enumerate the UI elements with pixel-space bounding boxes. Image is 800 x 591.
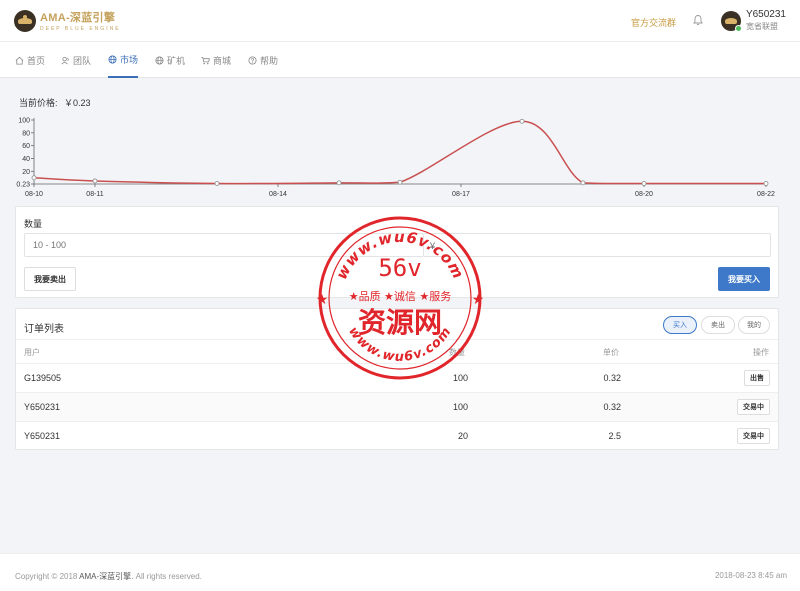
globe-icon bbox=[155, 55, 164, 65]
row-user: Y650231 bbox=[24, 402, 61, 412]
data-point bbox=[397, 179, 403, 185]
quantity-input[interactable] bbox=[24, 233, 424, 257]
online-status-dot bbox=[734, 24, 742, 32]
logo-subtitle: DEEP BLUE ENGINE bbox=[40, 26, 121, 32]
row-quantity: 100 bbox=[452, 402, 468, 412]
row-user: G139505 bbox=[24, 373, 62, 383]
order-list-panel: 订单列表 买入 卖出 我的 用户 数量 单价 操作 G139505 100 0.… bbox=[15, 308, 779, 450]
logo-title: AMA-深蓝引擎 bbox=[40, 12, 116, 24]
sell-button[interactable]: 我要卖出 bbox=[24, 267, 76, 291]
current-price-value: ￥0.23 bbox=[64, 98, 91, 108]
x-tick-label: 08-22 bbox=[757, 191, 775, 198]
row-price: 0.32 bbox=[603, 373, 621, 383]
nav-label-shop: 商城 bbox=[213, 55, 232, 66]
user-menu[interactable]: Y650231 宽省联盟 bbox=[720, 9, 786, 32]
y-tick-label: 80 bbox=[22, 130, 30, 137]
x-tick-label: 08-20 bbox=[635, 191, 653, 198]
y-tick-label: 40 bbox=[22, 156, 30, 163]
official-group-link[interactable]: 官方交流群 bbox=[631, 16, 676, 29]
copyright-suffix: All rights reserved. bbox=[135, 572, 202, 581]
user-name: Y650231 bbox=[745, 9, 786, 20]
y-tick-label: 20 bbox=[22, 169, 30, 176]
nav-label-home: 首页 bbox=[27, 55, 46, 66]
data-point bbox=[92, 178, 98, 184]
table-row: Y650231 20 2.5 交易中 bbox=[16, 421, 778, 450]
currency-symbol: ¥ bbox=[430, 241, 436, 251]
y-tick-label: 100 bbox=[18, 118, 30, 125]
bell-icon[interactable] bbox=[692, 14, 704, 26]
table-row: Y650231 100 0.32 交易中 bbox=[16, 392, 778, 421]
row-action-button[interactable]: 交易中 bbox=[737, 399, 770, 415]
logo-icon bbox=[14, 9, 36, 32]
x-tick-label: 08-10 bbox=[25, 191, 43, 198]
column-action: 操作 bbox=[753, 348, 769, 357]
data-point bbox=[641, 181, 647, 186]
nav-label-help: 帮助 bbox=[260, 55, 279, 66]
price-line-chart: 0.23 20 40 60 80 100 08-10 08-11 08-14 08-17 08-20… bbox=[16, 118, 775, 199]
row-price: 2.5 bbox=[608, 431, 621, 441]
globe-icon bbox=[108, 54, 117, 64]
team-icon bbox=[61, 56, 69, 64]
page-footer: Copyright © 2018 AMA-深蓝引擎. All rights re… bbox=[0, 553, 800, 591]
top-header: AMA-深蓝引擎 DEEP BLUE ENGINE 官方交流群 Y650231 … bbox=[0, 0, 800, 42]
x-tick-label: 08-14 bbox=[269, 191, 287, 198]
avatar bbox=[720, 10, 742, 32]
unit-price-input[interactable]: ¥ bbox=[424, 233, 771, 257]
data-point bbox=[31, 175, 37, 181]
trade-panel: 数量 ¥ 我要卖出 我要买入 bbox=[15, 206, 779, 298]
y-tick-label: 0.23 bbox=[16, 182, 30, 189]
copyright-brand: AMA-深蓝引擎. bbox=[79, 572, 134, 581]
column-quantity: 数量 bbox=[449, 348, 465, 357]
order-list-title: 订单列表 bbox=[24, 324, 64, 335]
tab-mine[interactable]: 我的 bbox=[738, 316, 770, 334]
nav-item-team[interactable]: 团队 bbox=[61, 42, 91, 78]
nav-item-home[interactable]: 首页 bbox=[15, 42, 45, 78]
row-quantity: 100 bbox=[452, 373, 468, 383]
data-point bbox=[336, 180, 342, 186]
nav-label-market: 市场 bbox=[120, 54, 139, 65]
user-role: 宽省联盟 bbox=[745, 22, 778, 31]
nav-label-team: 团队 bbox=[73, 55, 92, 66]
nav-item-help[interactable]: 帮助 bbox=[248, 42, 278, 78]
quantity-label: 数量 bbox=[24, 219, 43, 229]
buy-button[interactable]: 我要买入 bbox=[718, 267, 770, 291]
current-price: 当前价格: ￥0.23 bbox=[19, 96, 91, 109]
data-point bbox=[763, 181, 769, 186]
data-point bbox=[214, 181, 220, 186]
copyright-prefix: Copyright © 2018 bbox=[15, 572, 78, 581]
help-icon bbox=[248, 55, 257, 65]
y-tick-label: 60 bbox=[22, 143, 30, 150]
column-user: 用户 bbox=[24, 348, 40, 357]
copyright: Copyright © 2018 AMA-深蓝引擎. All rights re… bbox=[15, 571, 202, 582]
cart-icon bbox=[201, 56, 210, 64]
x-tick-label: 08-17 bbox=[452, 191, 470, 198]
row-user: Y650231 bbox=[24, 431, 61, 441]
x-tick-label: 08-11 bbox=[86, 191, 103, 198]
row-action-button[interactable]: 出售 bbox=[744, 370, 770, 386]
row-quantity: 20 bbox=[457, 431, 468, 441]
current-price-label: 当前价格: bbox=[19, 98, 58, 108]
table-header: 用户 数量 单价 操作 bbox=[16, 339, 778, 363]
row-price: 0.32 bbox=[603, 402, 621, 412]
price-series-line bbox=[33, 120, 767, 185]
nav-item-miner[interactable]: 矿机 bbox=[155, 42, 185, 78]
row-action-button[interactable]: 交易中 bbox=[737, 428, 770, 444]
nav-label-miner: 矿机 bbox=[167, 55, 186, 66]
tab-buy[interactable]: 买入 bbox=[663, 316, 697, 334]
footer-datetime: 2018-08-23 8:45 am bbox=[714, 571, 787, 580]
data-point bbox=[580, 180, 586, 186]
column-price: 单价 bbox=[603, 348, 619, 357]
table-row: G139505 100 0.32 出售 bbox=[16, 363, 778, 392]
nav-item-market[interactable]: 市场 bbox=[108, 42, 139, 78]
nav-item-shop[interactable]: 商城 bbox=[201, 42, 231, 78]
main-nav: 首页 团队 市场 矿机 商城 帮助 bbox=[0, 42, 800, 78]
brand-logo[interactable]: AMA-深蓝引擎 DEEP BLUE ENGINE bbox=[14, 9, 121, 32]
tab-sell[interactable]: 卖出 bbox=[701, 316, 735, 334]
data-point bbox=[519, 118, 525, 124]
home-icon bbox=[15, 56, 24, 65]
